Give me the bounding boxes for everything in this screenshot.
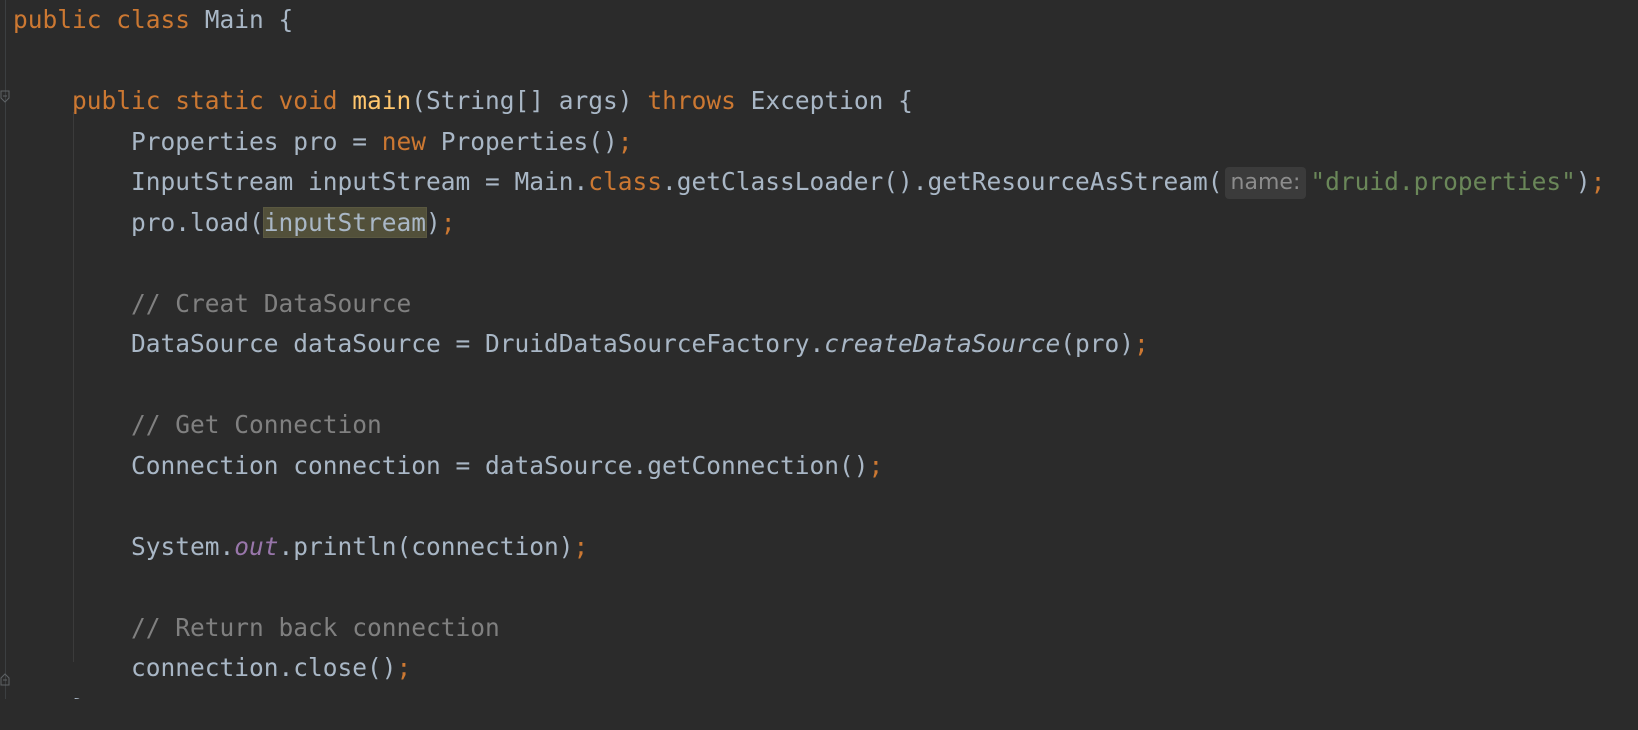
semicolon-token: ; [868,450,884,480]
code-line[interactable]: System.out.println(connection); [13,527,1605,568]
code-comment: // Return back connection [131,612,500,642]
semicolon-token: ; [573,531,589,561]
fold-collapse-icon[interactable] [0,90,10,104]
code-line[interactable] [13,486,1605,527]
code-text: (String[] args) [411,86,648,115]
code-text: .getClassLoader().getResourceAsStream( [662,167,1223,196]
code-line[interactable]: pro.load(inputStream); [13,203,1605,244]
code-text: DataSource dataSource = DruidDataSourceF… [13,329,825,358]
code-comment: // Get Connection [131,410,382,439]
keyword-token: new [381,126,441,156]
code-editor[interactable]: public class Main { public static void m… [0,0,1638,730]
code-text: (pro) [1060,329,1135,358]
static-method-token: createDataSource [824,329,1061,358]
code-line[interactable]: DataSource dataSource = DruidDataSourceF… [13,324,1605,365]
code-text: .println(connection) [278,531,574,561]
keyword-token: public class [13,5,205,34]
code-text: ) [426,207,441,237]
code-line[interactable]: InputStream inputStream = Main.class.get… [13,162,1605,203]
code-line[interactable]: connection.close(); [13,648,1605,689]
code-line[interactable]: // Return back connection [13,608,1605,649]
semicolon-token: ; [1590,167,1606,196]
keyword-token: class [588,167,663,196]
code-text: Connection connection = dataSource.getCo… [13,450,869,480]
highlighted-usage: inputStream [262,206,428,238]
code-area[interactable]: public class Main { public static void m… [13,0,1605,729]
code-line[interactable] [13,567,1605,608]
code-line[interactable] [13,365,1605,406]
code-text: System. [13,531,235,561]
code-line[interactable]: // Get Connection [13,405,1605,446]
method-name-token: main [352,86,412,115]
semicolon-token: ; [396,653,412,682]
code-line[interactable] [13,41,1605,82]
code-line[interactable]: public static void main(String[] args) t… [13,81,1605,122]
code-text: Properties pro = [13,126,382,156]
code-text: Exception { [750,86,913,115]
code-line[interactable]: public class Main { [13,0,1605,41]
editor-bottom-edge [0,699,1638,730]
string-literal: "druid.properties" [1310,167,1576,196]
code-line[interactable]: // Creat DataSource [13,284,1605,325]
fold-end-icon[interactable] [0,672,10,686]
code-text: Main { [204,5,294,34]
code-text: Properties() [440,126,618,156]
code-text: connection.close() [13,653,397,682]
static-field-token: out [234,531,279,561]
parameter-name-hint: name: [1224,167,1307,199]
code-line[interactable]: Properties pro = new Properties(); [13,122,1605,163]
code-line[interactable]: Connection connection = dataSource.getCo… [13,446,1605,487]
code-text: pro.load( [13,207,264,237]
gutter-divider [5,0,6,730]
code-comment: // Creat DataSource [131,288,412,318]
code-text: ) [1575,167,1591,196]
semicolon-token: ; [1134,329,1149,358]
keyword-token: public static void [72,86,353,115]
code-text: InputStream inputStream = Main. [13,167,589,196]
code-line[interactable] [13,243,1605,284]
keyword-token: throws [647,86,751,115]
semicolon-token: ; [440,207,456,237]
semicolon-token: ; [617,126,633,156]
